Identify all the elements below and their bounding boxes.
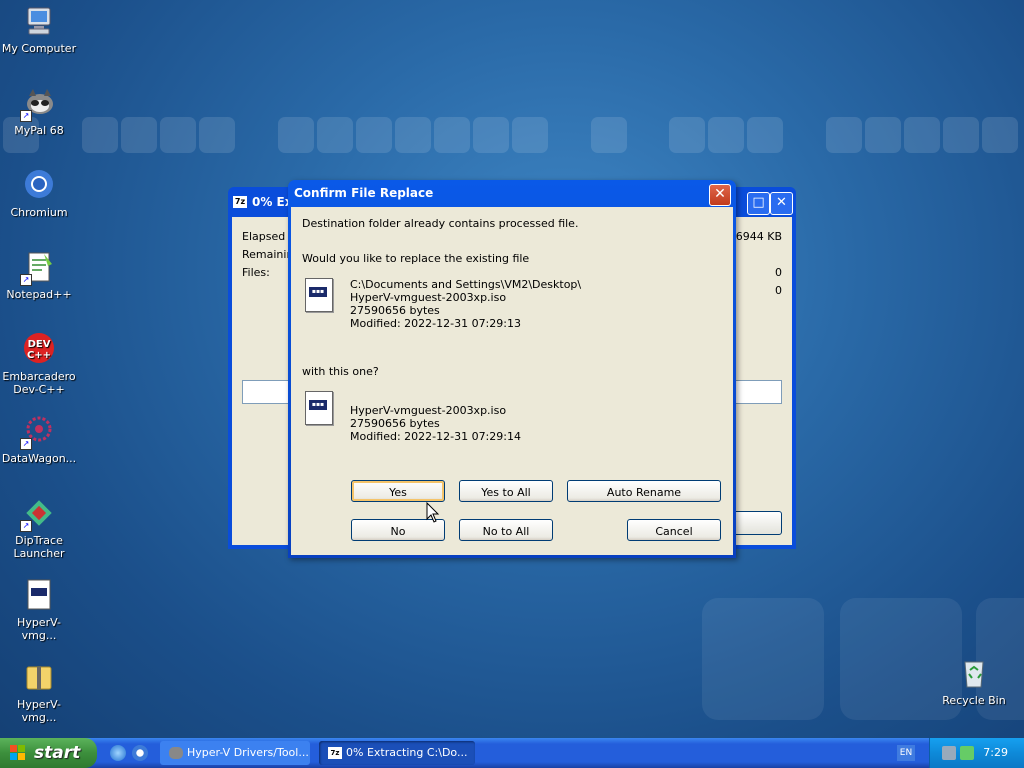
taskbar: start Hyper-V Drivers/Tool... 7z 0% Extra… [0, 738, 1024, 768]
windows-logo-icon [10, 745, 26, 761]
value-row3: 0 [775, 284, 782, 297]
desktop-icon-label: My Computer [1, 42, 77, 55]
no-to-all-button[interactable]: No to All [459, 519, 553, 541]
raccoon-task-icon [169, 747, 183, 759]
desktop-icon-hyperv-zip[interactable]: HyperV-vmg... [0, 660, 78, 724]
desktop-icon-hyperv-iso[interactable]: HyperV-vmg... [0, 578, 78, 642]
desktop-icon-label: Embarcadero Dev-C++ [2, 370, 76, 396]
desktop-icon-label: DataWagon... [1, 452, 77, 465]
desktop-icon-diptrace[interactable]: ↗ DipTrace Launcher [0, 496, 78, 560]
taskbar-item-extracting[interactable]: 7z 0% Extracting C:\Do... [319, 741, 475, 765]
language-indicator[interactable]: EN [897, 745, 915, 761]
chromium-quicklaunch-icon[interactable] [132, 745, 148, 761]
existing-file-modified: Modified: 2022-12-31 07:29:13 [350, 317, 521, 330]
files-label: Files: [242, 266, 270, 279]
desktop-icon-my-computer[interactable]: My Computer [0, 4, 78, 55]
cancel-button[interactable]: Cancel [627, 519, 721, 541]
yes-button[interactable]: Yes [351, 480, 445, 502]
desktop-icon-datawagon[interactable]: ↗ DataWagon... [0, 414, 78, 465]
incoming-file-modified: Modified: 2022-12-31 07:29:14 [350, 430, 521, 443]
incoming-file-name: HyperV-vmguest-2003xp.iso [350, 404, 507, 417]
maximize-button[interactable]: □ [747, 192, 770, 215]
svg-text:C++: C++ [27, 350, 51, 361]
yes-to-all-button[interactable]: Yes to All [459, 480, 553, 502]
devcpp-icon: DEV C++ [22, 332, 56, 366]
desktop-icon-chromium[interactable]: Chromium [0, 168, 78, 219]
mouse-cursor-icon [426, 502, 440, 523]
existing-file-path: C:\Documents and Settings\VM2\Desktop\ [350, 278, 582, 291]
dialog-title: Confirm File Replace [294, 186, 434, 200]
with-label: with this one? [302, 365, 379, 378]
desktop-icon-mypal[interactable]: ↗ MyPal 68 [0, 86, 78, 137]
existing-file-icon: ▪▪▪ [305, 278, 333, 312]
size-value: 26944 KB [728, 230, 782, 243]
7zip-task-icon: 7z [328, 747, 342, 759]
dialog-client: Destination folder already contains proc… [291, 207, 733, 555]
safely-remove-icon[interactable] [960, 746, 974, 760]
datawagon-icon: ↗ [20, 414, 56, 450]
svg-text:DEV: DEV [28, 339, 51, 350]
desktop-icon-label: HyperV-vmg... [17, 698, 61, 724]
7zip-icon: 7z [233, 196, 247, 208]
existing-file-name: HyperV-vmguest-2003xp.iso [350, 291, 507, 304]
confirm-file-replace-dialog[interactable]: Confirm File Replace ✕ Destination folde… [288, 180, 736, 558]
system-tray: 7:29 [929, 738, 1024, 768]
start-label: start [34, 743, 81, 763]
desktop-icon-label: Recycle Bin [942, 694, 1006, 707]
auto-rename-button[interactable]: Auto Rename [567, 480, 721, 502]
desktop-icon-label: Notepad++ [6, 288, 72, 301]
desktop-icon-notepadpp[interactable]: ↗ Notepad++ [0, 250, 78, 301]
existing-file-size: 27590656 bytes [350, 304, 440, 317]
zip-folder-icon [22, 660, 56, 694]
taskbar-item-label: 0% Extracting C:\Do... [346, 746, 468, 759]
network-icon[interactable] [942, 746, 956, 760]
notepadpp-icon: ↗ [20, 250, 56, 286]
diptrace-icon: ↗ [20, 496, 56, 532]
clock[interactable]: 7:29 [983, 738, 1008, 768]
dialog-message: Destination folder already contains proc… [302, 217, 579, 230]
incoming-file-icon: ▪▪▪ [305, 391, 333, 425]
taskbar-item-label: Hyper-V Drivers/Tool... [187, 746, 309, 759]
incoming-file-size: 27590656 bytes [350, 417, 440, 430]
chromium-icon [22, 168, 56, 202]
value-row2: 0 [775, 266, 782, 279]
desktop-icon-label: Chromium [10, 206, 68, 219]
close-button[interactable]: ✕ [709, 184, 731, 206]
taskbar-item-hyperv-drivers[interactable]: Hyper-V Drivers/Tool... [160, 741, 310, 765]
close-button[interactable]: ✕ [770, 192, 793, 215]
raccoon-icon: ↗ [20, 86, 56, 122]
recycle-bin-icon [957, 656, 991, 690]
desktop-icon-label: HyperV-vmg... [17, 616, 61, 642]
progress-window-button[interactable] [730, 511, 782, 535]
computer-icon [22, 4, 56, 38]
desktop-icon-devcpp[interactable]: DEV C++ Embarcadero Dev-C++ [0, 332, 78, 396]
desktop-icon-recycle-bin[interactable]: Recycle Bin [935, 656, 1013, 707]
desktop-icon-label: MyPal 68 [14, 124, 64, 137]
dialog-question: Would you like to replace the existing f… [302, 252, 530, 265]
start-button[interactable]: start [0, 738, 97, 768]
desktop-icon-label: DipTrace Launcher [13, 534, 65, 560]
internet-explorer-icon[interactable] [110, 745, 126, 761]
iso-file-icon [22, 578, 56, 612]
